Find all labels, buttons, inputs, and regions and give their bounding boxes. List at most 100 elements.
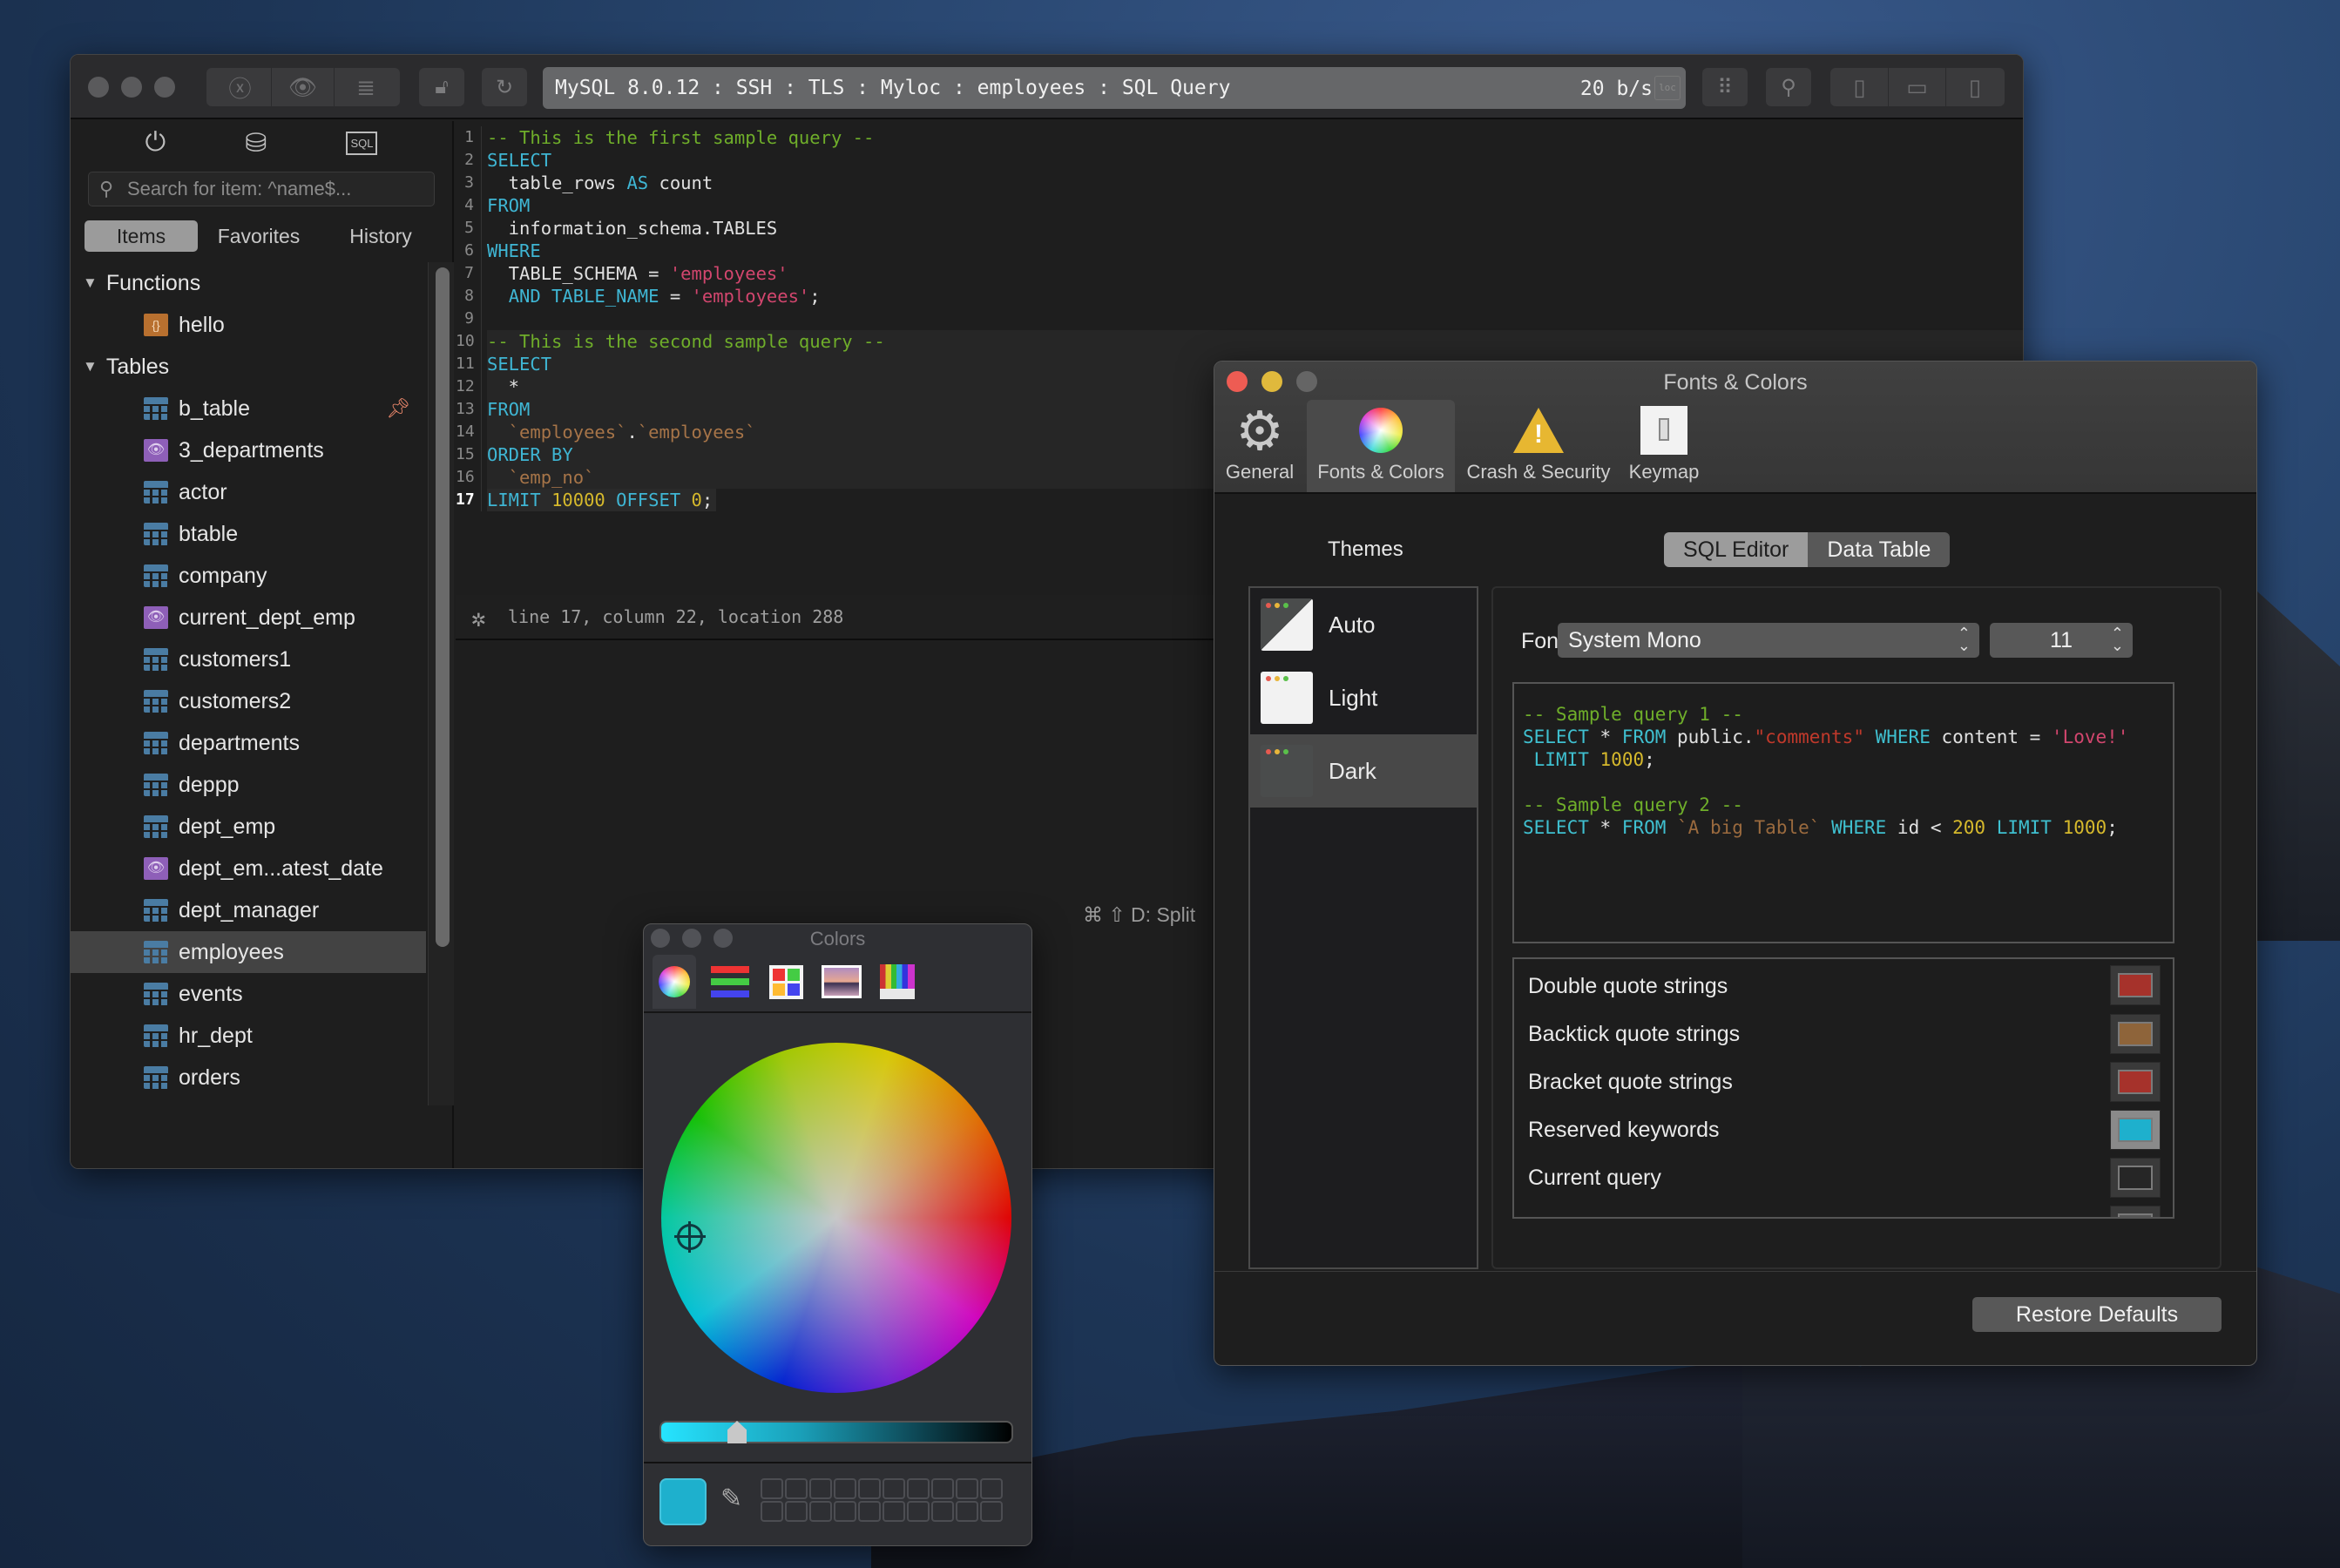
- color-setting-row[interactable]: Selected text background: [1514, 1202, 2173, 1217]
- tree-item[interactable]: b_table 📌︎: [71, 388, 426, 429]
- code-line[interactable]: 6 WHERE: [456, 240, 2023, 262]
- tab-items[interactable]: Items: [85, 220, 198, 252]
- search-button[interactable]: ⚲: [1766, 68, 1811, 106]
- color-well[interactable]: [2110, 1206, 2161, 1217]
- empty-swatch-slot[interactable]: [907, 1501, 930, 1522]
- restore-defaults-button[interactable]: Restore Defaults: [1972, 1297, 2222, 1332]
- empty-swatch-slot[interactable]: [809, 1501, 832, 1522]
- code-line[interactable]: 4 FROM: [456, 194, 2023, 217]
- tree-group-functions[interactable]: ▼ Functions: [71, 262, 426, 304]
- tab-keymap[interactable]: Keymap: [1622, 400, 1706, 492]
- tab-general[interactable]: ⚙ General: [1221, 400, 1298, 492]
- grid-view-button[interactable]: ⠿: [1702, 68, 1748, 106]
- empty-swatch-slot[interactable]: [761, 1478, 783, 1499]
- brightness-slider[interactable]: [659, 1421, 1013, 1443]
- color-setting-row[interactable]: Backtick quote strings: [1514, 1010, 2173, 1058]
- tab-history[interactable]: History: [320, 220, 442, 252]
- code-line[interactable]: 7 TABLE_SCHEMA = 'employees': [456, 262, 2023, 285]
- empty-swatch-slot[interactable]: [785, 1478, 808, 1499]
- theme-item-auto[interactable]: Auto: [1250, 588, 1477, 661]
- tree-item[interactable]: deppp: [71, 764, 426, 806]
- tree-item[interactable]: dept_emp: [71, 806, 426, 848]
- disclosure-triangle-icon[interactable]: ▼: [83, 358, 98, 375]
- empty-swatch-slot[interactable]: [809, 1478, 832, 1499]
- tree-item[interactable]: company: [71, 555, 426, 597]
- current-color-swatch[interactable]: [659, 1478, 707, 1525]
- code-line[interactable]: 3 table_rows AS count: [456, 172, 2023, 194]
- tree-item[interactable]: dept_manager: [71, 889, 426, 931]
- preview-button[interactable]: 👁: [272, 68, 335, 106]
- font-family-select[interactable]: System Mono ⌃ ⌄: [1558, 623, 1979, 658]
- image-palettes-mode-button[interactable]: [820, 955, 863, 1009]
- tree-group-tables[interactable]: ▼ Tables: [71, 346, 426, 388]
- color-palettes-mode-button[interactable]: [764, 955, 808, 1009]
- empty-swatch-slot[interactable]: [834, 1478, 856, 1499]
- empty-swatch-slot[interactable]: [883, 1478, 905, 1499]
- sidebar-search-input[interactable]: ⚲ Search for item: ^name$...: [88, 172, 435, 206]
- color-well[interactable]: [2110, 1014, 2161, 1054]
- color-sliders-mode-button[interactable]: [708, 955, 752, 1009]
- tree-item[interactable]: actor: [71, 471, 426, 513]
- tab-crash-security[interactable]: ! Crash & Security: [1460, 400, 1617, 492]
- font-size-select[interactable]: 11 ⌃ ⌄: [1990, 623, 2133, 658]
- empty-swatch-slot[interactable]: [931, 1478, 954, 1499]
- empty-swatch-slot[interactable]: [785, 1501, 808, 1522]
- empty-swatch-slot[interactable]: [980, 1501, 1003, 1522]
- stop-query-button[interactable]: ⓧ: [209, 68, 272, 106]
- zoom-window-button[interactable]: [154, 77, 175, 98]
- pencils-mode-button[interactable]: [876, 955, 919, 1009]
- code-line[interactable]: 1 -- This is the first sample query --: [456, 126, 2023, 149]
- empty-swatch-slot[interactable]: [761, 1501, 783, 1522]
- toggle-bottom-panel-button[interactable]: ▭: [1889, 68, 1946, 106]
- code-line[interactable]: 2 SELECT: [456, 149, 2023, 172]
- color-well[interactable]: [2110, 1158, 2161, 1198]
- empty-swatch-slot[interactable]: [858, 1478, 881, 1499]
- tree-item[interactable]: customers1: [71, 639, 426, 680]
- color-wheel[interactable]: [661, 1043, 1011, 1393]
- theme-item-dark[interactable]: Dark: [1250, 734, 1477, 808]
- tree-item[interactable]: hr_dept: [71, 1015, 426, 1057]
- tree-item[interactable]: 👁︎ 3_departments: [71, 429, 426, 471]
- tree-item[interactable]: departments: [71, 722, 426, 764]
- toggle-left-panel-button[interactable]: ▯: [1831, 68, 1889, 106]
- pin-icon[interactable]: 📌︎: [386, 397, 410, 420]
- empty-swatch-slot[interactable]: [931, 1501, 954, 1522]
- tab-favorites[interactable]: Favorites: [198, 220, 320, 252]
- tab-fonts-colors[interactable]: Fonts & Colors: [1307, 400, 1455, 492]
- color-well[interactable]: [2110, 1110, 2161, 1150]
- connection-plug-icon[interactable]: ⏻: [145, 128, 166, 158]
- format-button[interactable]: ≣: [335, 68, 397, 106]
- tree-item[interactable]: {} hello: [71, 304, 426, 346]
- database-icon[interactable]: ⛁: [245, 128, 267, 159]
- code-line[interactable]: 9: [456, 308, 2023, 330]
- sidebar-scrollbar[interactable]: [428, 262, 454, 1105]
- empty-swatch-slot[interactable]: [858, 1501, 881, 1522]
- empty-swatch-slot[interactable]: [980, 1478, 1003, 1499]
- color-well[interactable]: [2110, 1062, 2161, 1102]
- brightness-slider-knob[interactable]: [727, 1421, 747, 1443]
- code-line[interactable]: 5 information_schema.TABLES: [456, 217, 2023, 240]
- empty-swatch-slot[interactable]: [834, 1501, 856, 1522]
- empty-swatch-slot[interactable]: [956, 1501, 978, 1522]
- empty-swatch-slot[interactable]: [883, 1501, 905, 1522]
- color-well[interactable]: [2110, 965, 2161, 1005]
- tree-item[interactable]: employees: [71, 931, 426, 973]
- color-setting-row[interactable]: Bracket quote strings: [1514, 1058, 2173, 1106]
- theme-item-light[interactable]: Light: [1250, 661, 1477, 734]
- tree-item[interactable]: 👁︎ current_dept_emp: [71, 597, 426, 639]
- gear-icon[interactable]: ✲: [471, 604, 486, 632]
- color-setting-row[interactable]: Double quote strings: [1514, 962, 2173, 1010]
- tree-item[interactable]: customers2: [71, 680, 426, 722]
- tree-item[interactable]: 👁︎ dept_em...atest_date: [71, 848, 426, 889]
- color-picker-crosshair[interactable]: [674, 1221, 706, 1253]
- toggle-right-panel-button[interactable]: ▯: [1946, 68, 2004, 106]
- scrollbar-thumb[interactable]: [436, 267, 450, 947]
- tree-item[interactable]: btable: [71, 513, 426, 555]
- color-setting-row[interactable]: Current query: [1514, 1154, 2173, 1202]
- code-line[interactable]: 10 -- This is the second sample query --: [456, 330, 2023, 353]
- sql-editor[interactable]: 1 -- This is the first sample query -- 2 SE…: [456, 121, 2023, 511]
- tree-item[interactable]: events: [71, 973, 426, 1015]
- sql-file-icon[interactable]: SQL: [346, 131, 378, 155]
- reload-button[interactable]: ↻: [482, 68, 527, 106]
- close-window-button[interactable]: [88, 77, 109, 98]
